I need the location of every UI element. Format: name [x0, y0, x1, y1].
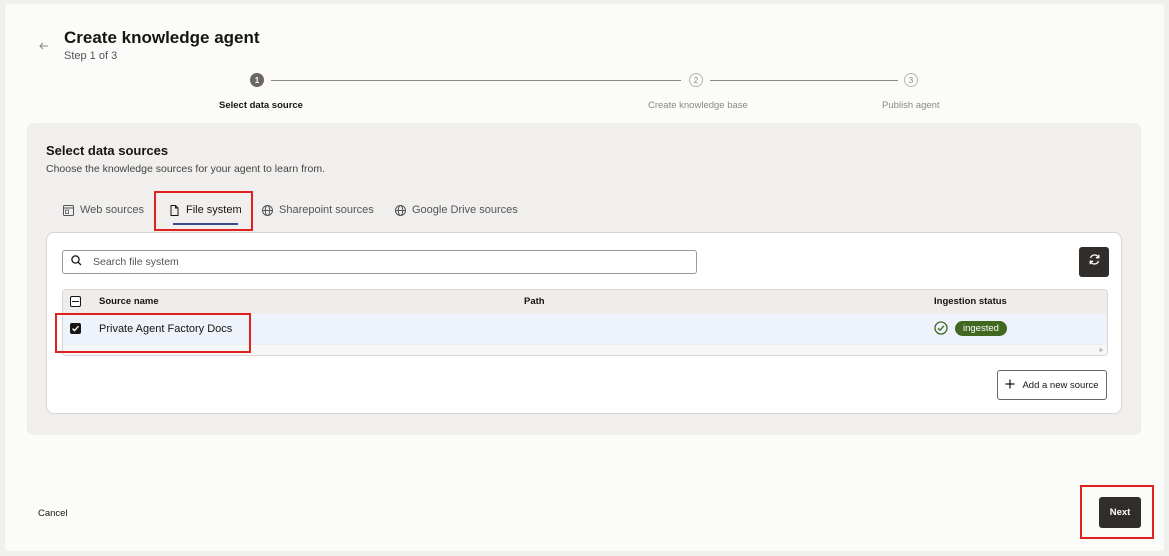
status-badge: ingested	[955, 321, 1007, 336]
select-all-checkbox[interactable]	[70, 296, 81, 307]
table-header: Source name Path Ingestion status	[63, 290, 1107, 315]
scroll-right-icon[interactable]	[1099, 347, 1104, 353]
tab-google-drive-sources[interactable]: Google Drive sources	[395, 197, 518, 223]
step-connector-2	[710, 80, 898, 81]
tab-web-sources[interactable]: Web sources	[63, 197, 144, 223]
sources-table: Source name Path Ingestion status Privat…	[62, 289, 1108, 356]
step-1-label: Select data source	[219, 100, 303, 111]
panel-description: Choose the knowledge sources for your ag…	[46, 163, 325, 175]
next-button[interactable]: Next	[1099, 497, 1141, 528]
file-icon	[169, 204, 180, 216]
tab-label: File system	[186, 204, 242, 216]
panel-title: Select data sources	[46, 143, 169, 158]
step-3-circle: 3	[904, 73, 918, 87]
search-icon	[71, 253, 82, 271]
check-circle-icon	[934, 321, 948, 340]
cancel-button[interactable]: Cancel	[38, 508, 68, 519]
add-source-label: Add a new source	[1022, 379, 1099, 391]
add-new-source-button[interactable]: Add a new source	[997, 370, 1107, 400]
column-header-path[interactable]: Path	[524, 296, 545, 307]
step-1-circle: 1	[250, 73, 264, 87]
tab-sharepoint-sources[interactable]: Sharepoint sources	[262, 197, 374, 223]
search-input[interactable]	[91, 255, 696, 269]
table-row[interactable]: Private Agent Factory Docs ingested	[63, 314, 1107, 344]
column-header-ingestion-status[interactable]: Ingestion status	[934, 296, 1007, 307]
globe-icon	[262, 204, 273, 216]
checkmark-icon	[71, 320, 80, 338]
tab-file-system[interactable]: File system	[169, 197, 242, 225]
indeterminate-icon	[72, 300, 79, 303]
column-header-source-name[interactable]: Source name	[99, 296, 159, 307]
back-arrow-icon[interactable]	[38, 40, 50, 52]
step-2-circle: 2	[689, 73, 703, 87]
globe-icon	[395, 204, 406, 216]
search-box	[62, 250, 697, 274]
source-name-cell: Private Agent Factory Docs	[99, 323, 233, 335]
page-title: Create knowledge agent	[64, 28, 260, 47]
tab-label: Web sources	[80, 204, 144, 216]
plus-icon	[1005, 379, 1015, 392]
tab-label: Sharepoint sources	[279, 204, 374, 216]
refresh-icon	[1088, 253, 1101, 271]
horizontal-scrollbar[interactable]	[63, 344, 1107, 355]
file-system-card: Source name Path Ingestion status Privat…	[46, 232, 1122, 414]
row-checkbox[interactable]	[70, 323, 81, 334]
web-page-icon	[63, 204, 74, 216]
step-3-label: Publish agent	[882, 100, 940, 111]
active-tab-indicator	[173, 223, 238, 225]
step-2-label: Create knowledge base	[648, 100, 748, 111]
step-connector-1	[271, 80, 681, 81]
page-container: Create knowledge agent Step 1 of 3 1 2 3…	[5, 4, 1164, 551]
step-indicator: Step 1 of 3	[64, 50, 118, 62]
refresh-button[interactable]	[1079, 247, 1109, 277]
data-source-panel: Select data sources Choose the knowledge…	[27, 123, 1141, 435]
tab-label: Google Drive sources	[412, 204, 518, 216]
